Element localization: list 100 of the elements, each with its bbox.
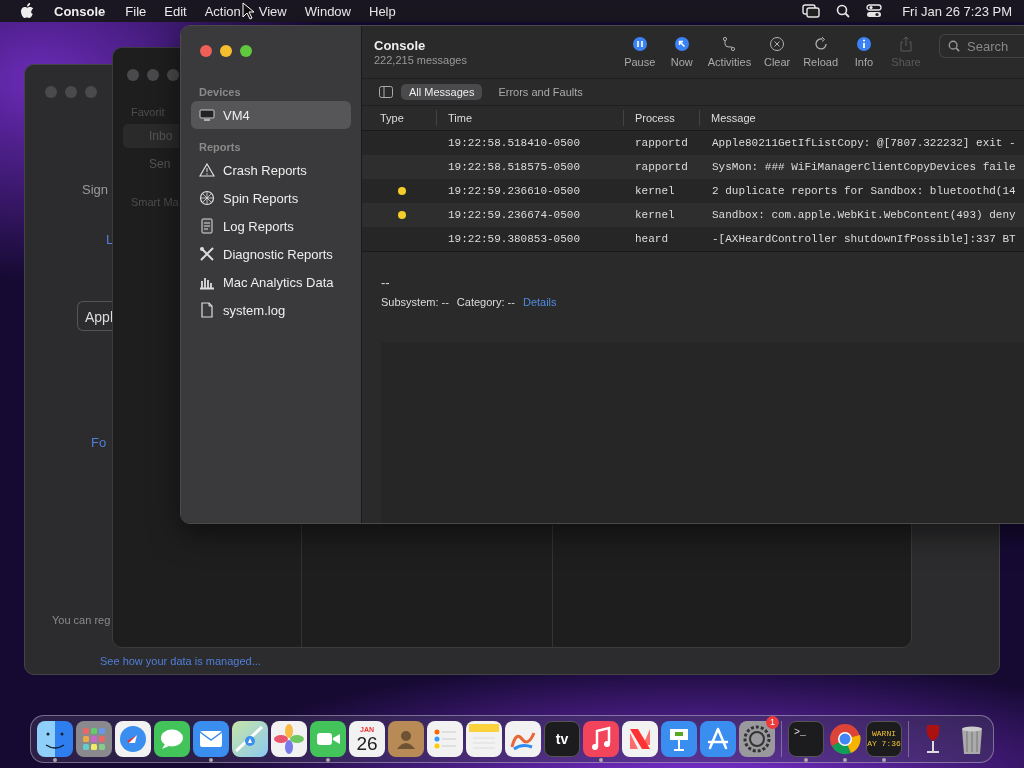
subsystem-label: Subsystem: -- bbox=[381, 296, 449, 308]
warning-icon bbox=[199, 162, 215, 178]
filter-tab[interactable]: All Messages bbox=[401, 84, 483, 100]
info-text: You can reg bbox=[52, 614, 111, 626]
notepad-icon[interactable] bbox=[466, 721, 502, 757]
table-cell-text: 2 duplicate reports for Sandbox: bluetoothd(14 bbox=[711, 185, 1017, 197]
window-title: Console bbox=[374, 38, 427, 53]
apple-icon[interactable] bbox=[20, 3, 34, 19]
column-header[interactable]: Message bbox=[699, 110, 1024, 126]
table-cell-text: 19:22:59.236674-0500 bbox=[447, 209, 582, 221]
menu-item[interactable]: Action bbox=[204, 3, 241, 19]
sidebar-item[interactable]: Crash Reports bbox=[191, 156, 351, 184]
search-field[interactable]: Search bbox=[939, 34, 1024, 58]
table-cell-text: Apple80211GetIfListCopy: @[7807.322232] exit - bbox=[711, 137, 1017, 149]
checklist-icon[interactable] bbox=[427, 721, 463, 757]
news-icon[interactable] bbox=[622, 721, 658, 757]
menu-item[interactable]: Edit bbox=[164, 3, 187, 19]
text-field[interactable]: Appl bbox=[77, 301, 113, 331]
split-face-icon[interactable] bbox=[37, 721, 73, 757]
colored-circle-icon[interactable] bbox=[827, 721, 863, 757]
document-icon bbox=[199, 302, 215, 318]
message-count: 222,215 messages bbox=[374, 54, 468, 66]
sidebar-toggle-icon[interactable] bbox=[379, 86, 393, 98]
toolbar-button[interactable]: Reload bbox=[800, 34, 841, 70]
toolbar-button[interactable]: Pause bbox=[620, 34, 659, 70]
notification-badge: 1 bbox=[766, 716, 779, 729]
table-cell-text: kernel bbox=[634, 209, 676, 221]
branch-icon bbox=[721, 36, 738, 52]
search-icon[interactable] bbox=[836, 4, 851, 18]
flower-icon[interactable] bbox=[271, 721, 307, 757]
sidebar-item[interactable]: Mac Analytics Data bbox=[191, 268, 351, 296]
column-header[interactable]: Type bbox=[362, 110, 436, 126]
speech-bubble-icon[interactable] bbox=[154, 721, 190, 757]
table-cell-text: 19:22:59.236610-0500 bbox=[447, 185, 582, 197]
toolbar-button[interactable]: Now bbox=[662, 34, 701, 70]
table-cell-text: Sandbox: com.apple.WebKit.WebContent(493) deny bbox=[711, 209, 1017, 221]
toolbar-button[interactable]: Activities bbox=[704, 34, 755, 70]
link[interactable]: Fo bbox=[91, 435, 107, 450]
share-icon bbox=[898, 36, 914, 52]
music-note-icon[interactable] bbox=[583, 721, 619, 757]
arrow-circle-icon bbox=[673, 36, 690, 52]
sign-in-heading: Sign bbox=[82, 182, 109, 197]
column-header[interactable]: Time bbox=[436, 110, 623, 126]
sidebar-item[interactable]: Diagnostic Reports bbox=[191, 240, 351, 268]
compass-icon[interactable] bbox=[115, 721, 151, 757]
envelope-icon[interactable] bbox=[193, 721, 229, 757]
data-link[interactable]: See how your data is managed... bbox=[100, 655, 261, 667]
reload-icon bbox=[812, 36, 829, 52]
address-book-icon[interactable] bbox=[388, 721, 424, 757]
table-cell-text: kernel bbox=[634, 185, 676, 197]
menu-item[interactable]: Window bbox=[304, 3, 351, 19]
menu-bar-clock[interactable]: Fri Jan 26 7:23 PM bbox=[902, 3, 1012, 19]
spin-wheel-icon bbox=[199, 190, 215, 206]
toolbar-button[interactable]: Clear bbox=[758, 34, 797, 70]
tools-icon bbox=[199, 246, 215, 262]
menu-item[interactable]: File bbox=[125, 3, 147, 19]
table-cell-text: rapportd bbox=[634, 137, 689, 149]
toggles-icon[interactable] bbox=[866, 4, 883, 18]
close-button[interactable] bbox=[200, 45, 212, 57]
terminal-icon[interactable]: >_ bbox=[788, 721, 824, 757]
app-grid-icon[interactable] bbox=[76, 721, 112, 757]
video-camera-icon[interactable] bbox=[310, 721, 346, 757]
sidebar-item[interactable]: system.log bbox=[191, 296, 351, 324]
monitor-icon bbox=[199, 107, 215, 123]
filter-tab[interactable]: Errors and Faults bbox=[490, 84, 591, 100]
letter-a-icon[interactable] bbox=[700, 721, 736, 757]
squiggle-icon[interactable] bbox=[505, 721, 541, 757]
category-label: Category: -- bbox=[456, 296, 515, 308]
table-cell-text: SysMon: ### WiFiManagerClientCopyDevices faile bbox=[711, 161, 1017, 173]
podium-icon[interactable] bbox=[661, 721, 697, 757]
map-icon[interactable] bbox=[232, 721, 268, 757]
table-cell-text: 19:22:58.518410-0500 bbox=[447, 137, 582, 149]
toolbar-button[interactable]: Info bbox=[845, 34, 883, 70]
log-document-icon bbox=[199, 218, 215, 234]
table-cell-text: rapportd bbox=[634, 161, 689, 173]
detail-title: -- bbox=[381, 275, 391, 290]
menu-item[interactable]: Help bbox=[369, 3, 396, 19]
info-icon bbox=[856, 36, 872, 52]
tv-icon[interactable]: tv bbox=[544, 721, 580, 757]
zoom-button[interactable] bbox=[240, 45, 252, 57]
column-header[interactable]: Process bbox=[623, 110, 699, 126]
table-cell-text: -[AXHeardController shutdownIfPossible]:337 BT bbox=[711, 233, 1017, 245]
app-menu[interactable]: Console bbox=[54, 3, 106, 19]
table-cell-text: heard bbox=[634, 233, 669, 245]
minimize-button[interactable] bbox=[220, 45, 232, 57]
console-icon[interactable]: WARNI AY 7:36 bbox=[866, 721, 902, 757]
sidebar-item[interactable]: VM4 bbox=[191, 101, 351, 129]
mouse-pointer-icon bbox=[242, 2, 254, 20]
sidebar-item[interactable]: Log Reports bbox=[191, 212, 351, 240]
two-rectangles-icon[interactable] bbox=[802, 4, 821, 18]
details-link[interactable]: Details bbox=[522, 296, 557, 308]
menu-item[interactable]: View bbox=[258, 3, 287, 19]
gear-icon[interactable] bbox=[739, 721, 775, 757]
clear-icon bbox=[769, 36, 786, 52]
sidebar-heading: Reports bbox=[198, 141, 242, 155]
search-icon bbox=[948, 40, 960, 52]
table-cell-text: 19:22:59.380853-0500 bbox=[447, 233, 582, 245]
pause-icon bbox=[631, 36, 648, 52]
table-cell-text: 19:22:58.518575-0500 bbox=[447, 161, 582, 173]
sidebar-item[interactable]: Spin Reports bbox=[191, 184, 351, 212]
